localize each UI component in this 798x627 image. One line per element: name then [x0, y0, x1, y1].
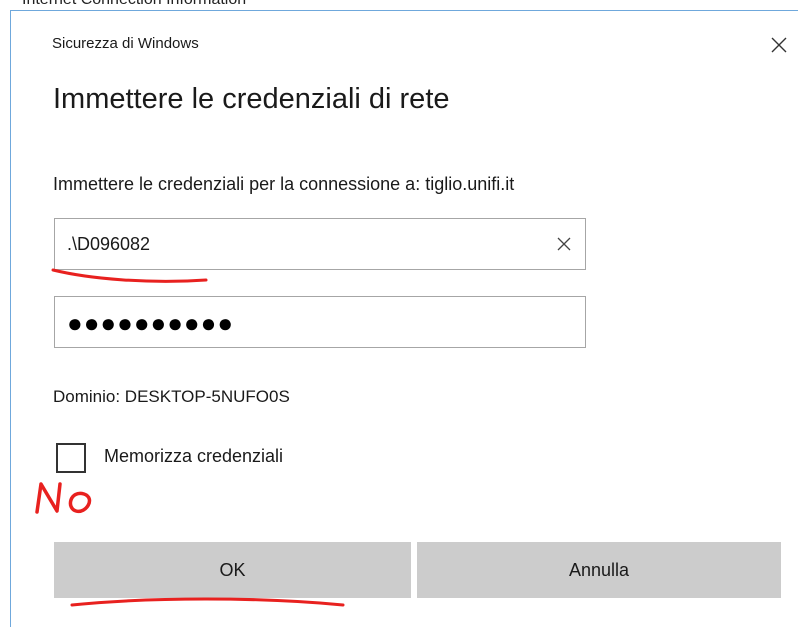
close-icon [771, 37, 787, 53]
connection-description: Immettere le credenziali per la connessi… [53, 174, 515, 194]
dialog-heading: Immettere le credenziali di rete [53, 83, 450, 115]
background-window-text-sliver: Internet Connection Information [22, 0, 362, 6]
close-button[interactable] [761, 29, 797, 61]
domain-text: Dominio: DESKTOP-5NUFO0S [53, 387, 290, 406]
window-title: Sicurezza di Windows [52, 35, 199, 52]
cancel-button[interactable]: Annulla [417, 542, 781, 598]
clear-username-button[interactable] [549, 229, 579, 259]
remember-credentials-label[interactable]: Memorizza credenziali [104, 446, 283, 467]
username-input[interactable] [67, 219, 527, 269]
username-field-box [54, 218, 586, 270]
remember-credentials-checkbox[interactable] [56, 443, 86, 473]
password-masked-value: ●●●●●●●●●● [67, 308, 235, 338]
clear-icon [557, 237, 571, 251]
password-field-box[interactable]: ●●●●●●●●●● [54, 296, 586, 348]
credentials-dialog: Sicurezza di Windows Immettere le creden… [10, 10, 798, 627]
ok-button[interactable]: OK [54, 542, 411, 598]
